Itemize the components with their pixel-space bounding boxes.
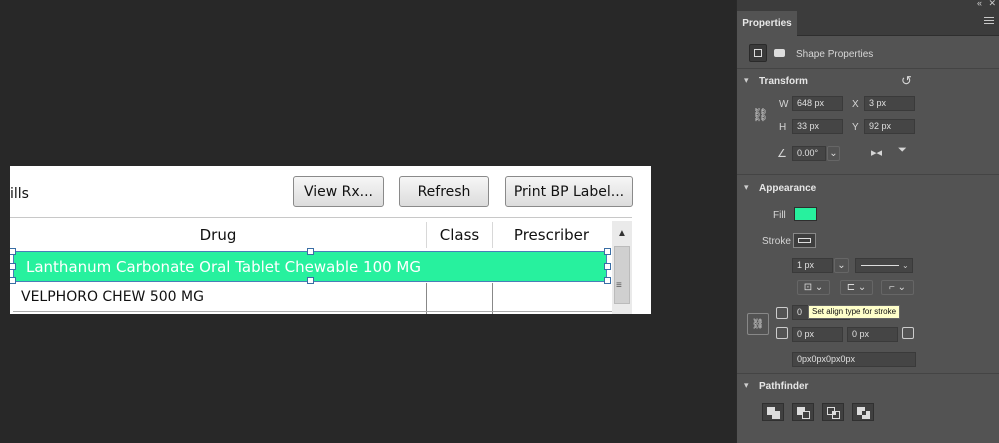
selection-handle[interactable] — [307, 277, 314, 284]
corner-top-left-icon — [776, 307, 788, 319]
selection-handle[interactable] — [604, 277, 611, 284]
drug-cell: VELPHORO CHEW 500 MG — [21, 289, 204, 305]
stroke-align-dropdown[interactable]: ⊡ ⌄ — [797, 280, 830, 295]
stroke-align-icon: ⊡ ⌄ — [803, 282, 824, 293]
x-field[interactable]: 3 px — [864, 96, 915, 111]
column-header-drug[interactable]: Drug — [10, 222, 426, 248]
stroke-color-swatch[interactable] — [793, 233, 816, 248]
appearance-section-title: Appearance — [759, 183, 817, 194]
table-row[interactable]: VELPHORO CHEW 500 MG — [13, 283, 612, 312]
properties-panel: « ✕ Properties Shape Properties ▾ Transf… — [736, 0, 999, 443]
y-label: Y — [852, 122, 859, 133]
panel-menu-icon[interactable] — [984, 17, 994, 27]
subtract-front-shape-icon[interactable] — [792, 403, 814, 421]
selection-handle[interactable] — [604, 248, 611, 255]
fill-label: Fill — [773, 210, 786, 221]
link-corners-icon[interactable]: ⛓ — [747, 313, 769, 335]
selection-handle[interactable] — [10, 248, 16, 255]
corner-bottom-right-icon — [902, 327, 914, 339]
stroke-style-line-icon — [861, 265, 899, 266]
flip-vertical-icon[interactable]: ⏷ — [898, 144, 907, 157]
mask-icon[interactable] — [771, 44, 789, 62]
stroke-style-dropdown[interactable]: ⌄ — [855, 258, 913, 273]
exclude-overlapping-icon[interactable] — [852, 403, 874, 421]
height-label: H — [779, 122, 787, 133]
view-rx-button[interactable]: View Rx... — [293, 176, 384, 207]
unite-shapes-icon[interactable] — [762, 403, 784, 421]
tab-properties[interactable]: Properties — [737, 11, 797, 36]
stroke-label: Stroke — [762, 236, 791, 247]
selection-handle[interactable] — [604, 263, 611, 270]
stroke-corners-icon: ⌐ ⌄ — [889, 282, 906, 293]
stroke-corners-dropdown[interactable]: ⌐ ⌄ — [881, 280, 914, 295]
print-bp-label-button[interactable]: Print BP Label... — [505, 176, 633, 207]
angle-icon: ∠ — [777, 148, 787, 160]
scroll-up-arrow-icon[interactable]: ▲ — [614, 224, 630, 242]
column-divider — [426, 222, 427, 248]
stroke-width-field[interactable]: 1 px — [792, 258, 833, 273]
fills-label: ills — [10, 186, 29, 202]
column-header-prescriber[interactable]: Prescriber — [493, 222, 610, 248]
transform-section-title: Transform — [759, 76, 808, 87]
rotation-angle-field[interactable]: 0.00° — [792, 146, 826, 161]
angle-dropdown-chevron-icon[interactable]: ⌄ — [827, 146, 840, 161]
divider — [737, 174, 999, 175]
link-dimensions-icon[interactable]: ⛓ — [752, 107, 769, 123]
height-field[interactable]: 33 px — [792, 119, 843, 134]
corner-radii-summary-field[interactable]: 0px0px0px0px — [792, 352, 916, 367]
selection-handle[interactable] — [307, 248, 314, 255]
shape-properties-icon[interactable] — [749, 44, 767, 62]
tooltip: Set align type for stroke — [808, 305, 901, 319]
scrollbar-grip-icon: ≡ — [616, 280, 622, 291]
panel-tab-bar: Properties — [737, 11, 999, 36]
shape-properties-label: Shape Properties — [796, 49, 874, 60]
pathfinder-section-title: Pathfinder — [759, 381, 809, 392]
intersect-shapes-icon[interactable] — [822, 403, 844, 421]
column-header-class[interactable]: Class — [427, 222, 492, 248]
stroke-caps-icon: ⊏ ⌄ — [846, 282, 867, 293]
width-label: W — [779, 99, 789, 110]
corner-bottom-left-field[interactable]: 0 px — [792, 327, 843, 342]
canvas-document: ills View Rx... Refresh Print BP Label..… — [10, 166, 651, 314]
corner-bottom-left-icon — [776, 327, 788, 339]
chevron-down-icon[interactable]: ▾ — [744, 182, 749, 193]
corner-bottom-right-field[interactable]: 0 px — [847, 327, 898, 342]
divider — [737, 68, 999, 69]
panel-top-bar: « ✕ — [737, 0, 999, 11]
x-label: X — [852, 99, 859, 110]
fill-color-swatch[interactable] — [794, 207, 817, 221]
refresh-button[interactable]: Refresh — [399, 176, 489, 207]
drug-cell: Lanthanum Carbonate Oral Tablet Chewable… — [26, 257, 421, 276]
chevron-down-icon: ⌄ — [902, 261, 909, 270]
selection-handle[interactable] — [10, 263, 16, 270]
collapse-panels-icon[interactable]: « — [977, 0, 982, 8]
chevron-down-icon[interactable]: ▾ — [744, 380, 749, 391]
divider — [737, 373, 999, 374]
selection-handle[interactable] — [10, 277, 16, 284]
reset-transform-icon[interactable]: ↺ — [901, 73, 912, 89]
flip-horizontal-icon[interactable]: ▸◂ — [871, 146, 882, 159]
grid-border — [10, 217, 632, 218]
close-panel-icon[interactable]: ✕ — [988, 0, 996, 9]
width-field[interactable]: 648 px — [792, 96, 843, 111]
stroke-caps-dropdown[interactable]: ⊏ ⌄ — [840, 280, 873, 295]
chevron-down-icon[interactable]: ▾ — [744, 75, 749, 86]
y-field[interactable]: 92 px — [864, 119, 915, 134]
stroke-width-dropdown-chevron-icon[interactable]: ⌄ — [834, 258, 849, 273]
column-divider — [492, 222, 493, 248]
